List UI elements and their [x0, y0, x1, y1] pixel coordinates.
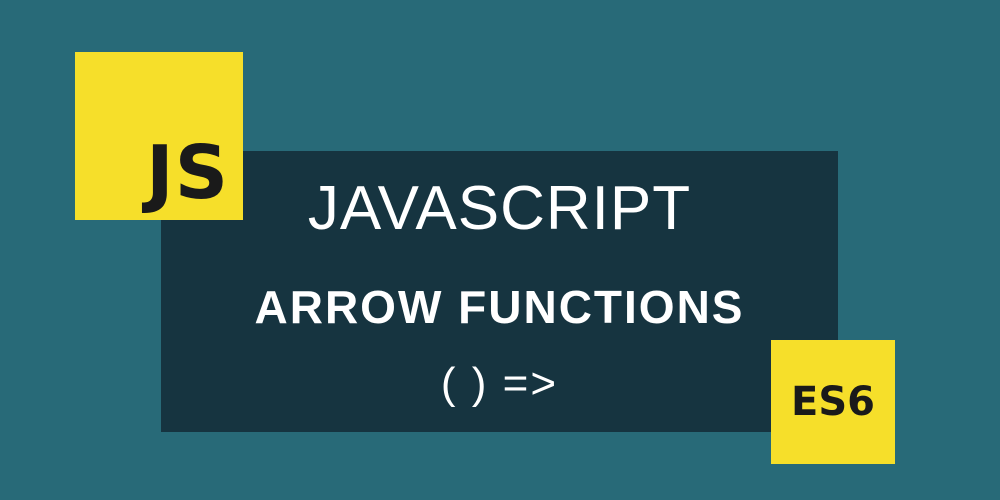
- es6-badge: ES6: [771, 340, 895, 464]
- arrow-syntax-text: ( ) =>: [440, 359, 559, 408]
- es6-badge-text: ES6: [791, 379, 875, 425]
- banner-canvas: JS JAVASCRIPT ARROW FUNCTIONS ( ) => ES6: [0, 0, 1000, 500]
- banner-subtitle: ARROW FUNCTIONS: [254, 281, 745, 333]
- banner-title: JAVASCRIPT: [307, 174, 692, 243]
